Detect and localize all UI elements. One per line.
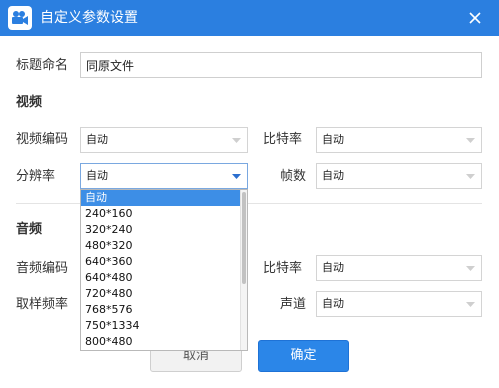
- title-bar: 自定义参数设置: [0, 0, 499, 36]
- resolution-value: 自动: [86, 169, 108, 182]
- dropdown-scrollbar[interactable]: [240, 190, 247, 350]
- video-bitrate-value: 自动: [322, 133, 344, 146]
- video-codec-label: 视频编码: [16, 132, 69, 147]
- caret-down-icon: [466, 302, 475, 307]
- resolution-option[interactable]: 640*480: [81, 270, 241, 286]
- channels-select[interactable]: 自动: [316, 291, 482, 317]
- ok-button[interactable]: 确定: [258, 340, 349, 372]
- caret-down-icon: [232, 174, 241, 179]
- video-section-heading: 视频: [16, 95, 43, 110]
- window-title: 自定义参数设置: [40, 10, 138, 26]
- resolution-option[interactable]: 自动: [81, 190, 241, 206]
- audio-bitrate-value: 自动: [322, 261, 344, 274]
- video-bitrate-select[interactable]: 自动: [316, 127, 482, 153]
- channels-value: 自动: [322, 297, 344, 310]
- resolution-dropdown-list[interactable]: 自动 240*160 320*240 480*320 640*360 640*4…: [80, 189, 248, 351]
- audio-bitrate-select[interactable]: 自动: [316, 255, 482, 281]
- resolution-option[interactable]: 750*1334: [81, 318, 241, 334]
- samplerate-label: 取样频率: [16, 297, 69, 312]
- caret-down-icon: [466, 266, 475, 271]
- resolution-option[interactable]: 640*360: [81, 254, 241, 270]
- video-bitrate-label: 比特率: [263, 132, 303, 147]
- framerate-value: 自动: [322, 169, 344, 182]
- title-name-input[interactable]: [80, 52, 482, 78]
- close-icon[interactable]: [465, 8, 485, 28]
- framerate-label: 帧数: [280, 169, 307, 184]
- video-codec-select[interactable]: 自动: [80, 127, 248, 153]
- resolution-option[interactable]: 320*240: [81, 222, 241, 238]
- resolution-option[interactable]: 768*576: [81, 302, 241, 318]
- caret-down-icon: [466, 174, 475, 179]
- audio-codec-label: 音频编码: [16, 261, 69, 276]
- caret-down-icon: [466, 138, 475, 143]
- framerate-select[interactable]: 自动: [316, 163, 482, 189]
- resolution-option[interactable]: 800*480: [81, 334, 241, 350]
- resolution-option[interactable]: 240*160: [81, 206, 241, 222]
- video-codec-value: 自动: [86, 133, 108, 146]
- resolution-select[interactable]: 自动: [80, 163, 248, 189]
- audio-section-heading: 音频: [16, 222, 43, 237]
- audio-bitrate-label: 比特率: [263, 261, 303, 276]
- title-name-label: 标题命名: [16, 58, 69, 73]
- resolution-option[interactable]: 480*320: [81, 238, 241, 254]
- video-camera-icon: [8, 6, 32, 30]
- resolution-option[interactable]: 720*480: [81, 286, 241, 302]
- channels-label: 声道: [280, 297, 307, 312]
- caret-down-icon: [232, 138, 241, 143]
- scrollbar-thumb[interactable]: [242, 192, 246, 284]
- resolution-label: 分辨率: [16, 169, 56, 184]
